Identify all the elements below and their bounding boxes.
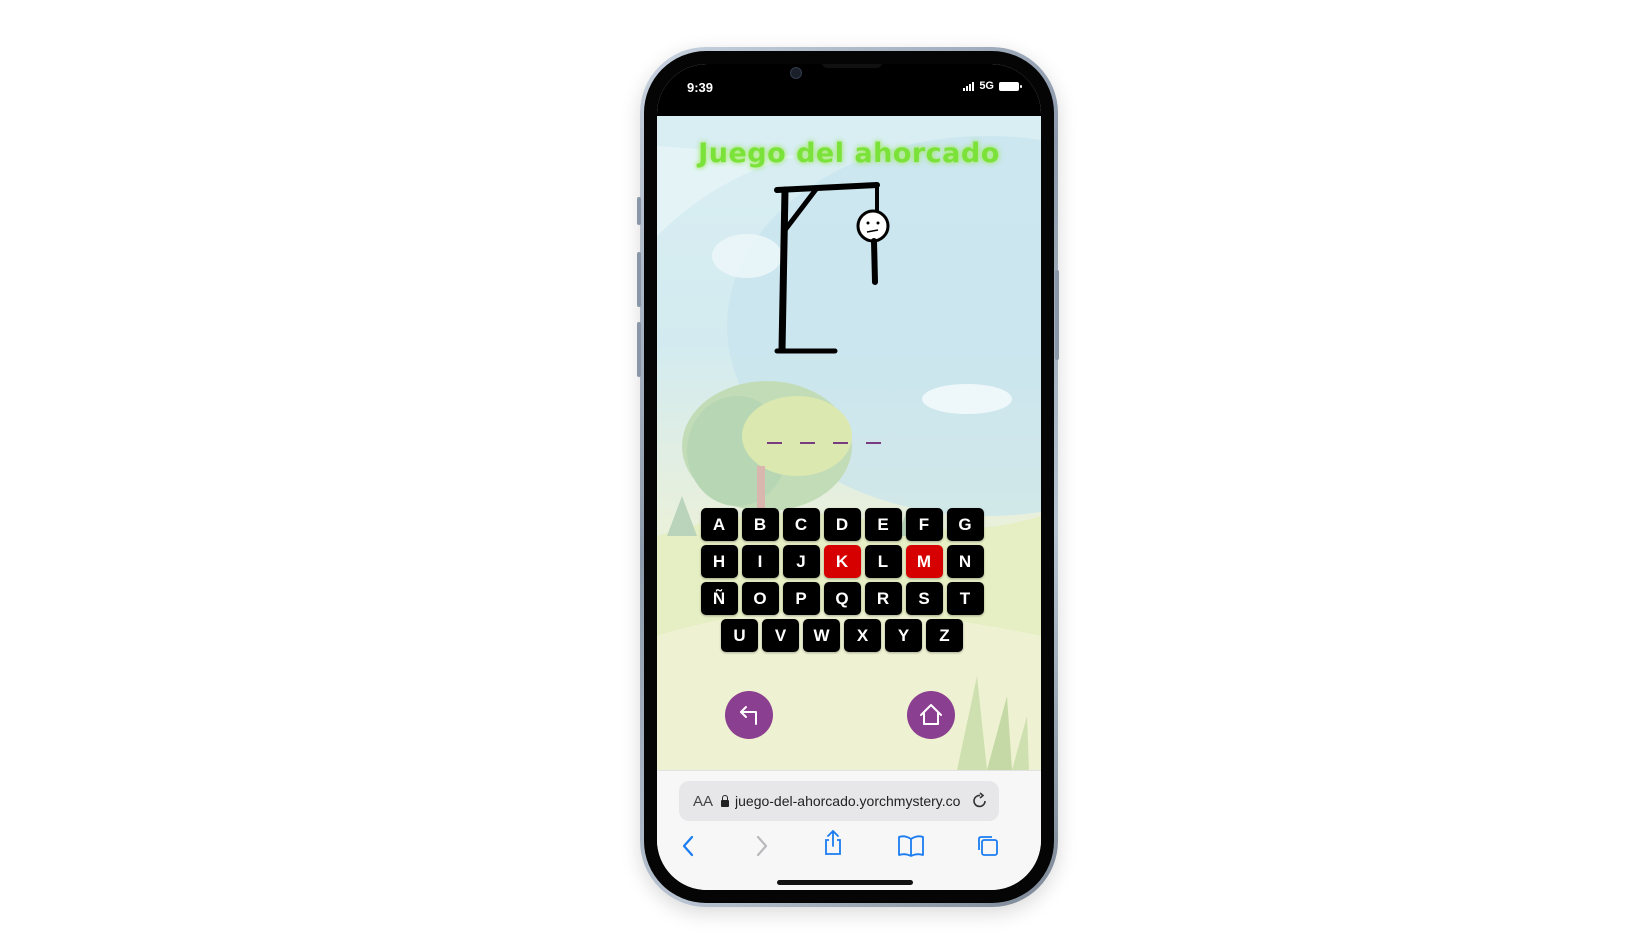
silent-switch bbox=[637, 197, 641, 225]
address-bar[interactable]: AA juego-del-ahorcado.yorchmystery.co bbox=[679, 781, 999, 821]
volume-down-button bbox=[637, 322, 641, 377]
key-e[interactable]: E bbox=[864, 508, 902, 541]
key-p[interactable]: P bbox=[782, 582, 820, 615]
key-ñ[interactable]: Ñ bbox=[700, 582, 738, 615]
key-r[interactable]: R bbox=[864, 582, 902, 615]
keyboard-row: ÑOPQRST bbox=[697, 582, 987, 615]
key-v[interactable]: V bbox=[762, 619, 799, 652]
key-d[interactable]: D bbox=[823, 508, 861, 541]
network-label: 5G bbox=[979, 80, 994, 92]
keyboard-row: HIJKLMN bbox=[697, 545, 987, 578]
gallows-drawing bbox=[774, 182, 890, 354]
key-s[interactable]: S bbox=[905, 582, 943, 615]
back-icon[interactable] bbox=[679, 833, 699, 859]
keyboard-row: UVWXYZ bbox=[697, 619, 987, 652]
back-arrow-icon bbox=[740, 706, 757, 725]
front-camera bbox=[790, 67, 802, 79]
key-f[interactable]: F bbox=[905, 508, 943, 541]
key-k[interactable]: K bbox=[823, 545, 861, 578]
status-time: 9:39 bbox=[687, 80, 714, 95]
lock-icon bbox=[721, 794, 730, 807]
reload-icon[interactable] bbox=[971, 792, 989, 810]
status-bar: 9:39 5G bbox=[657, 64, 1041, 116]
key-i[interactable]: I bbox=[741, 545, 779, 578]
share-icon[interactable] bbox=[822, 829, 844, 857]
power-button bbox=[1055, 270, 1059, 360]
back-button[interactable] bbox=[725, 691, 773, 739]
volume-up-button bbox=[637, 252, 641, 307]
key-l[interactable]: L bbox=[864, 545, 902, 578]
key-w[interactable]: W bbox=[803, 619, 840, 652]
browser-toolbar bbox=[657, 829, 1041, 869]
key-q[interactable]: Q bbox=[823, 582, 861, 615]
letter-blank bbox=[833, 442, 848, 444]
key-c[interactable]: C bbox=[782, 508, 820, 541]
game-title: Juego del ahorcado bbox=[698, 138, 1000, 169]
battery-icon bbox=[999, 81, 1022, 91]
word-blanks bbox=[767, 434, 881, 444]
bookmarks-icon[interactable] bbox=[897, 833, 925, 859]
key-g[interactable]: G bbox=[946, 508, 984, 541]
letter-blank bbox=[866, 442, 881, 444]
tabs-icon[interactable] bbox=[975, 833, 1001, 859]
home-icon bbox=[920, 704, 942, 725]
keyboard-row: ABCDEFG bbox=[697, 508, 987, 541]
forward-icon[interactable] bbox=[751, 833, 771, 859]
signal-icon bbox=[963, 81, 975, 91]
key-z[interactable]: Z bbox=[926, 619, 963, 652]
key-t[interactable]: T bbox=[946, 582, 984, 615]
safari-bottom-bar: AA juego-del-ahorcado.yorchmystery.co bbox=[657, 770, 1041, 890]
game-area: Juego del ahorcado ABCDEFG HIJKLMN ÑOPQRST… bbox=[657, 116, 1041, 770]
home-indicator bbox=[777, 880, 913, 885]
phone-screen: 9:39 5G Juego del ahorcado A B C D E F G… bbox=[657, 64, 1041, 890]
key-u[interactable]: U bbox=[721, 619, 758, 652]
key-x[interactable]: X bbox=[844, 619, 881, 652]
letter-blank bbox=[767, 442, 782, 444]
speaker bbox=[822, 64, 882, 68]
home-button[interactable] bbox=[907, 691, 955, 739]
key-y[interactable]: Y bbox=[885, 619, 922, 652]
key-h[interactable]: H bbox=[700, 545, 738, 578]
key-b[interactable]: B bbox=[741, 508, 779, 541]
url-text: juego-del-ahorcado.yorchmystery.co bbox=[735, 793, 961, 809]
key-n[interactable]: N bbox=[946, 545, 984, 578]
key-j[interactable]: J bbox=[782, 545, 820, 578]
letter-keyboard: ABCDEFG HIJKLMN ÑOPQRST UVWXYZ bbox=[697, 508, 987, 656]
key-m[interactable]: M bbox=[905, 545, 943, 578]
key-a[interactable]: A bbox=[700, 508, 738, 541]
letter-blank bbox=[800, 442, 815, 444]
key-o[interactable]: O bbox=[741, 582, 779, 615]
status-indicators: 5G bbox=[963, 80, 1022, 92]
reader-settings-button[interactable]: AA bbox=[693, 793, 713, 810]
